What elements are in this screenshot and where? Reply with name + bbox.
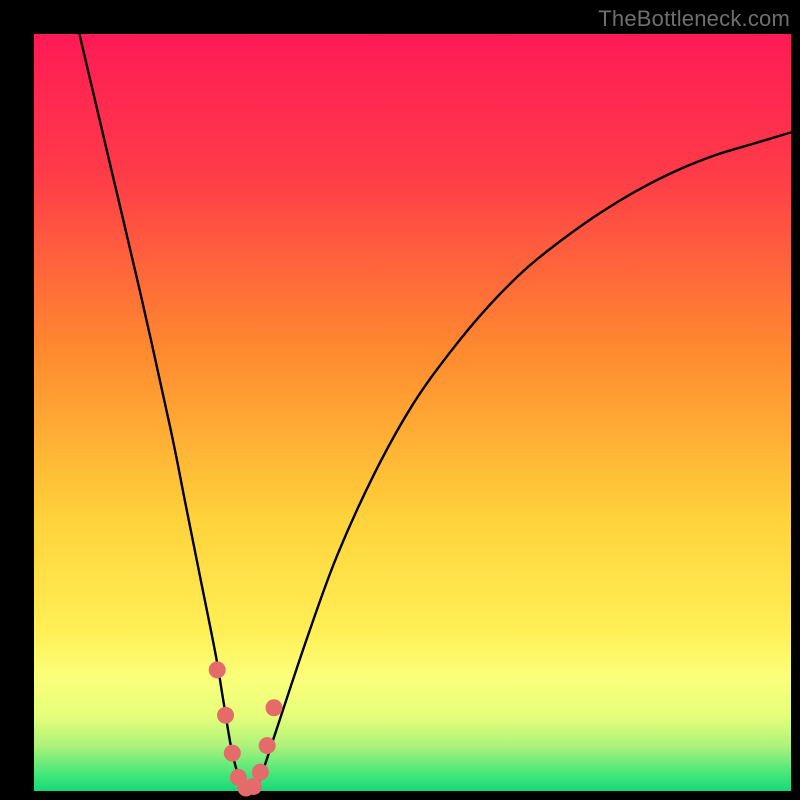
marker-dot — [265, 699, 282, 716]
marker-dot — [252, 764, 269, 781]
bottleneck-curve — [79, 34, 791, 793]
chart-svg — [34, 34, 791, 791]
chart-frame: TheBottleneck.com — [0, 0, 800, 800]
watermark-text: TheBottleneck.com — [598, 6, 790, 32]
marker-dot — [217, 707, 234, 724]
marker-dot — [209, 661, 226, 678]
marker-dot — [259, 737, 276, 754]
marker-dot — [224, 745, 241, 762]
